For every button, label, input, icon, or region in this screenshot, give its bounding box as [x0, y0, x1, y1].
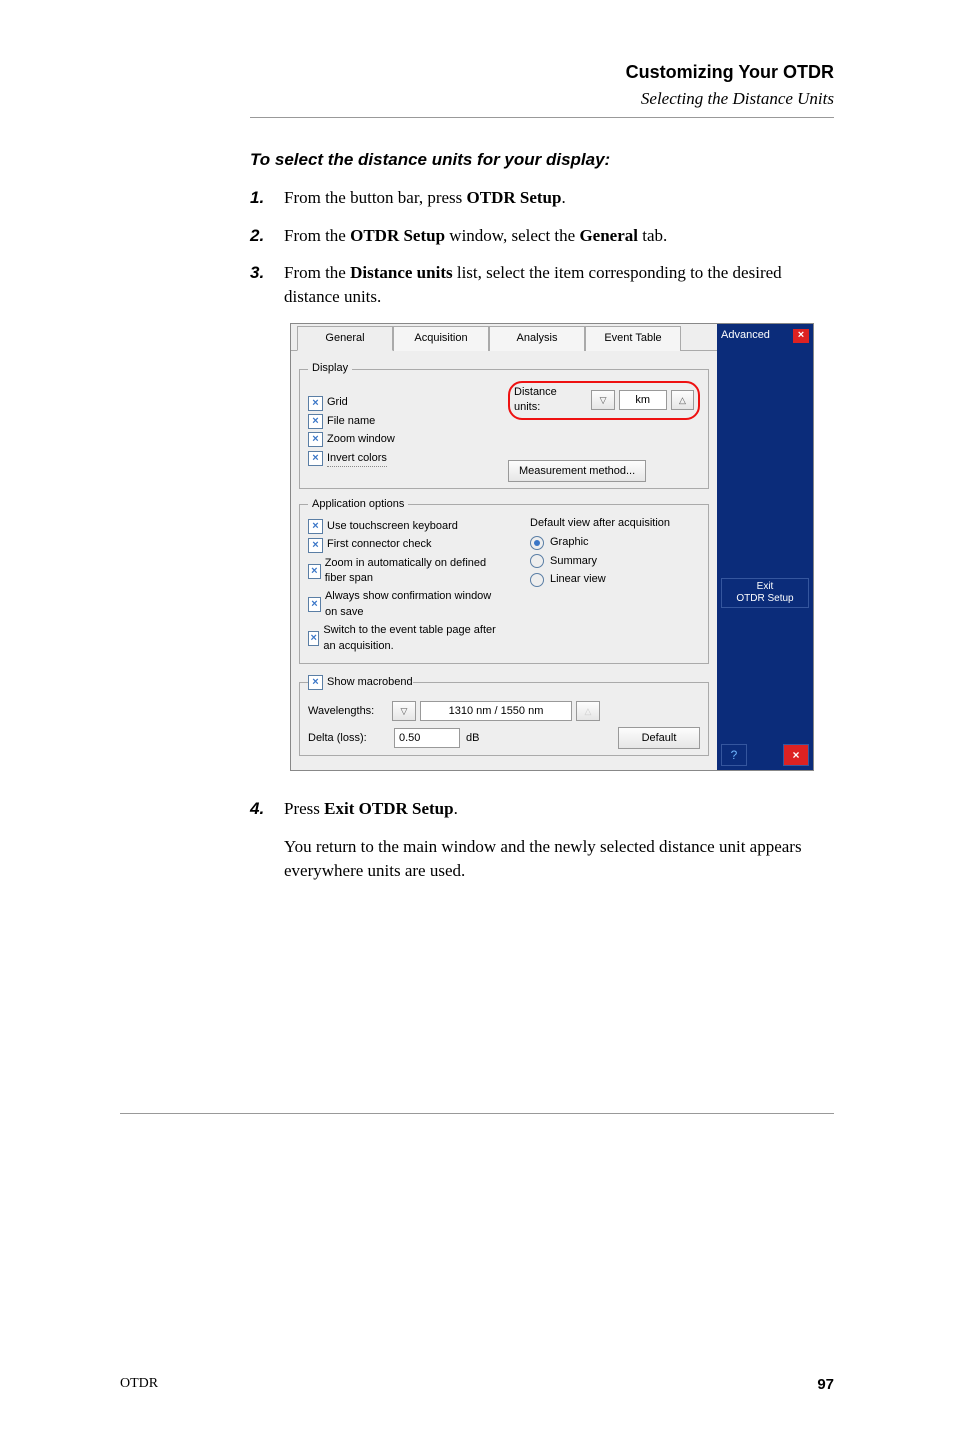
radio-summary[interactable]: [530, 554, 544, 568]
distance-units-label: Distance units:: [514, 385, 583, 416]
header-rule: [250, 117, 834, 118]
distance-units-increment[interactable]: △: [671, 390, 694, 410]
label-grid: Grid: [327, 395, 348, 410]
delta-loss-label: Delta (loss):: [308, 731, 388, 746]
wavelengths-value: 1310 nm / 1550 nm: [420, 701, 572, 721]
checkbox-filename[interactable]: ×: [308, 414, 323, 429]
otdr-setup-screenshot: General Acquisition Analysis Event Table…: [290, 323, 814, 771]
distance-units-value: km: [619, 390, 667, 410]
default-button[interactable]: Default: [618, 727, 700, 749]
checkbox-event-table-after-acq[interactable]: ×: [308, 631, 319, 646]
footer-page-number: 97: [817, 1374, 834, 1395]
radio-graphic[interactable]: [530, 536, 544, 550]
advanced-label: Advanced: [721, 328, 770, 343]
step-text: From the button bar, press OTDR Setup.: [284, 186, 834, 210]
step-3: 3. From the Distance units list, select …: [250, 261, 834, 309]
procedure-heading: To select the distance units for your di…: [250, 148, 834, 172]
step-number: 4.: [250, 797, 272, 882]
help-icon[interactable]: ?: [721, 744, 747, 766]
checkbox-invert-colors[interactable]: ×: [308, 451, 323, 466]
label-invert-colors: Invert colors: [327, 451, 387, 467]
label-filename: File name: [327, 414, 375, 429]
checkbox-grid[interactable]: ×: [308, 396, 323, 411]
doc-section-title: Customizing Your OTDR: [250, 60, 834, 85]
step-text: From the Distance units list, select the…: [284, 261, 834, 309]
measurement-method-button[interactable]: Measurement method...: [508, 460, 646, 482]
step-number: 1.: [250, 186, 272, 210]
checkbox-show-macrobend[interactable]: ×: [308, 675, 323, 690]
tab-event-table[interactable]: Event Table: [585, 326, 681, 351]
wavelengths-label: Wavelengths:: [308, 704, 388, 719]
tab-general[interactable]: General: [297, 326, 393, 351]
step-number: 2.: [250, 224, 272, 248]
delta-loss-unit: dB: [466, 731, 479, 746]
step-number: 3.: [250, 261, 272, 309]
radio-linear-view[interactable]: [530, 573, 544, 587]
delta-loss-value[interactable]: 0.50: [394, 728, 460, 748]
step-1: 1. From the button bar, press OTDR Setup…: [250, 186, 834, 210]
distance-units-highlight: Distance units: ▽ km △: [508, 381, 700, 420]
footer-doc-name: OTDR: [120, 1374, 158, 1395]
label-zoom-window: Zoom window: [327, 432, 395, 447]
wavelengths-decrement[interactable]: ▽: [392, 701, 416, 721]
default-view-label: Default view after acquisition: [530, 516, 700, 531]
step-text: Press Exit OTDR Setup. You return to the…: [284, 797, 834, 882]
exit-otdr-setup-button[interactable]: Exit OTDR Setup: [721, 578, 809, 608]
tab-acquisition[interactable]: Acquisition: [393, 326, 489, 351]
step-text: From the OTDR Setup window, select the G…: [284, 224, 834, 248]
doc-section-subtitle: Selecting the Distance Units: [250, 87, 834, 111]
wavelengths-increment[interactable]: △: [576, 701, 600, 721]
checkbox-first-connector-check[interactable]: ×: [308, 538, 323, 553]
checkbox-touchscreen-keyboard[interactable]: ×: [308, 519, 323, 534]
tab-analysis[interactable]: Analysis: [489, 326, 585, 351]
display-legend: Display: [308, 361, 352, 376]
application-options-group: Application options ×Use touchscreen key…: [299, 497, 709, 665]
checkbox-zoom-auto-fiber-span[interactable]: ×: [308, 564, 321, 579]
display-group: Display × Grid × File name × Zoom window × I…: [299, 361, 709, 488]
checkbox-confirmation-on-save[interactable]: ×: [308, 597, 321, 612]
macrobend-group: × Show macrobend Wavelengths: ▽ 1310 nm /…: [299, 672, 709, 756]
distance-units-decrement[interactable]: ▽: [591, 390, 614, 410]
step-text: You return to the main window and the ne…: [284, 835, 834, 883]
checkbox-zoom-window[interactable]: ×: [308, 432, 323, 447]
step-2: 2. From the OTDR Setup window, select th…: [250, 224, 834, 248]
step-4: 4. Press Exit OTDR Setup. You return to …: [250, 797, 834, 882]
app-options-legend: Application options: [308, 497, 408, 512]
label-show-macrobend: Show macrobend: [327, 675, 413, 690]
close-icon[interactable]: ×: [793, 329, 809, 343]
close-icon[interactable]: ×: [783, 744, 809, 766]
footer-rule: [120, 1113, 834, 1114]
